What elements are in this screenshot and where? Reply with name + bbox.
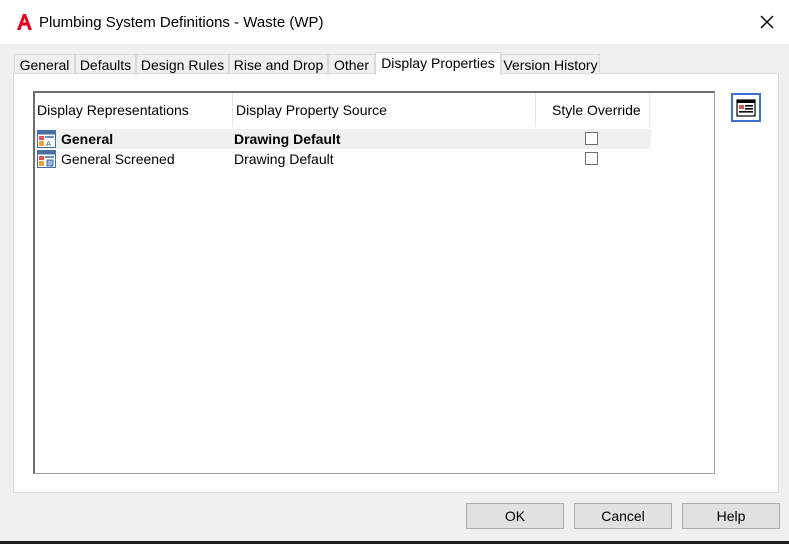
ok-button[interactable]: OK: [466, 503, 564, 529]
column-divider: [649, 93, 650, 127]
tab-version-history[interactable]: Version History: [501, 54, 600, 74]
style-override-checkbox[interactable]: [585, 132, 598, 145]
table-row[interactable]: General Screened Drawing Default: [35, 149, 651, 169]
tab-design-rules[interactable]: Design Rules: [136, 54, 229, 74]
tab-defaults[interactable]: Defaults: [75, 54, 136, 74]
tab-rise-and-drop[interactable]: Rise and Drop: [229, 54, 328, 74]
column-header-display-property-source[interactable]: Display Property Source: [236, 93, 387, 127]
tab-display-properties[interactable]: Display Properties: [375, 52, 501, 75]
close-icon: [760, 15, 774, 29]
edit-display-properties-icon: [736, 98, 756, 117]
display-representations-list[interactable]: Display Representations Display Property…: [33, 91, 715, 474]
column-divider: [232, 93, 233, 127]
tab-other[interactable]: Other: [328, 54, 375, 74]
autocad-logo-icon: [14, 12, 34, 32]
edit-display-properties-button[interactable]: [731, 93, 761, 122]
table-row[interactable]: A General Drawing Default: [35, 129, 651, 149]
tab-panel: Display Representations Display Property…: [13, 73, 779, 493]
row-representation: General Screened: [61, 151, 175, 167]
column-header-display-representations[interactable]: Display Representations: [37, 93, 189, 127]
title-bar: Plumbing System Definitions - Waste (WP): [0, 0, 789, 44]
column-divider: [535, 93, 536, 127]
window-title: Plumbing System Definitions - Waste (WP): [39, 14, 324, 31]
row-source: Drawing Default: [234, 151, 334, 167]
help-button[interactable]: Help: [682, 503, 780, 529]
close-button[interactable]: [745, 0, 789, 44]
cancel-button[interactable]: Cancel: [574, 503, 672, 529]
column-header-style-override[interactable]: Style Override: [552, 93, 641, 127]
row-source: Drawing Default: [234, 131, 341, 147]
tab-general[interactable]: General: [14, 54, 75, 74]
display-rep-general-icon: A: [37, 130, 56, 148]
svg-text:A: A: [46, 140, 51, 148]
row-representation: General: [61, 131, 114, 147]
dialog: Plumbing System Definitions - Waste (WP)…: [0, 0, 789, 541]
display-rep-screened-icon: [37, 150, 56, 168]
style-override-checkbox[interactable]: [585, 152, 598, 165]
